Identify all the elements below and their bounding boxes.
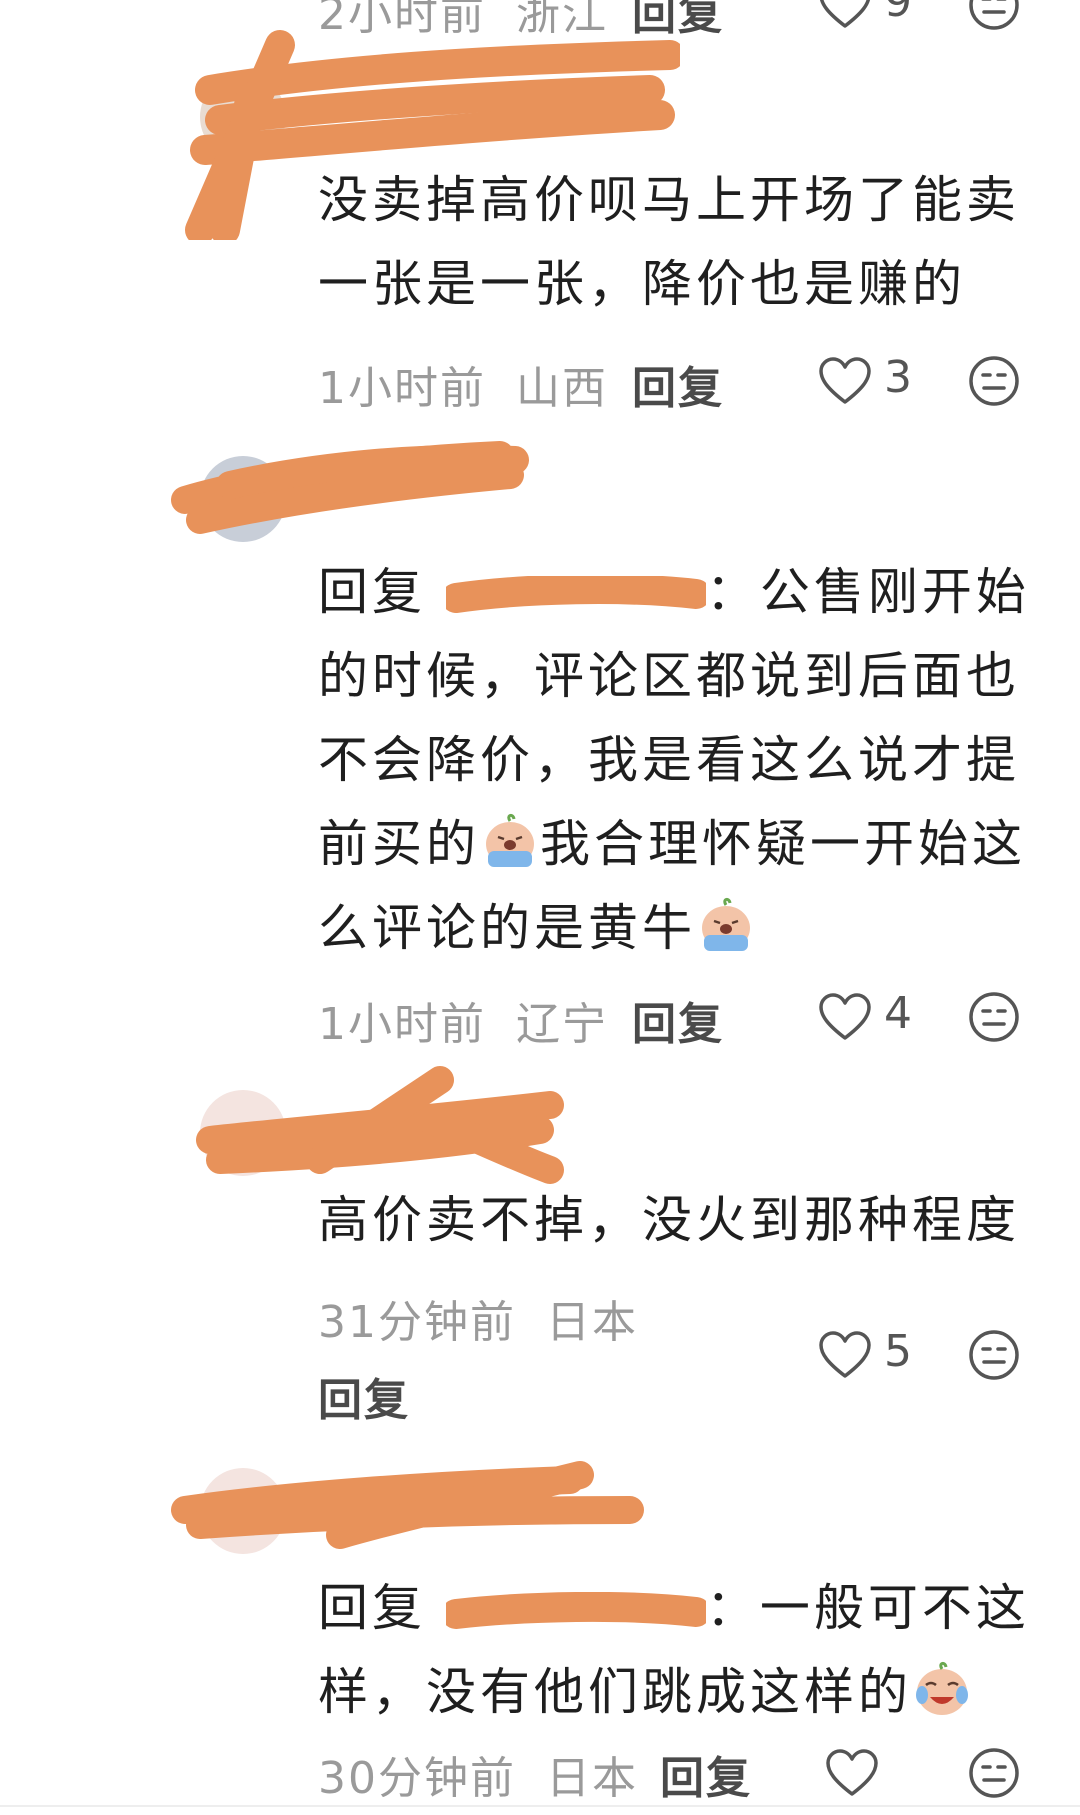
comment-location: 日本 xyxy=(546,1297,638,1348)
comment-location: 山西 xyxy=(516,363,608,414)
like-button[interactable]: 3 xyxy=(818,352,938,412)
dislike-button[interactable] xyxy=(967,1746,1021,1800)
heart-outline-icon xyxy=(825,1748,879,1798)
like-button[interactable]: 5 xyxy=(818,1326,938,1386)
like-button[interactable]: 4 xyxy=(818,988,938,1048)
reply-prefix: 回复 xyxy=(318,1579,426,1637)
comment-time: 31分钟前 xyxy=(318,1297,516,1348)
avatar[interactable] xyxy=(200,456,286,542)
avatar[interactable] xyxy=(200,1468,286,1554)
comment-text: 高价卖不掉，没火到那种程度 xyxy=(318,1191,1020,1249)
reply-button[interactable]: 回复 xyxy=(632,988,724,1052)
dislike-button[interactable] xyxy=(967,1328,1021,1382)
crying-face-emoji xyxy=(480,811,540,871)
comment-time: 30分钟前 xyxy=(318,1753,516,1804)
neutral-face-icon xyxy=(967,1746,1021,1800)
like-count: 5 xyxy=(884,1326,912,1377)
heart-outline-icon xyxy=(818,992,872,1042)
redacted-mention[interactable] xyxy=(445,575,706,616)
comment-meta: 1小时前 山西 xyxy=(318,352,608,416)
comment-location: 浙江 xyxy=(516,0,608,40)
comment-meta: 30分钟前 日本 xyxy=(318,1742,638,1806)
dislike-button[interactable] xyxy=(967,990,1021,1044)
comment-text: 回复 ：一般可不这样，没有他们跳成这样的 xyxy=(318,1566,1038,1734)
avatar[interactable] xyxy=(200,1090,286,1176)
comment-time: 1小时前 xyxy=(318,999,486,1050)
heart-outline-icon xyxy=(818,0,872,30)
laughing-crying-emoji xyxy=(912,1659,972,1719)
like-count: 4 xyxy=(884,988,912,1039)
divider xyxy=(0,1805,1080,1807)
comment-time: 1小时前 xyxy=(318,363,486,414)
reply-button[interactable]: 回复 xyxy=(632,352,724,416)
heart-outline-icon xyxy=(818,356,872,406)
like-count: 3 xyxy=(884,352,912,403)
comment-meta: 2小时前 浙江 xyxy=(318,0,608,42)
avatar[interactable] xyxy=(200,74,286,160)
dislike-button[interactable] xyxy=(967,354,1021,408)
comment-text: 回复 ：公售刚开始的时候，评论区都说到后面也不会降价，我是看这么说才提前买的 我合… xyxy=(318,550,1038,970)
reply-button[interactable]: 回复 xyxy=(318,1364,410,1428)
comment-text: 没卖掉高价呗马上开场了能卖一张是一张，降价也是赚的 xyxy=(318,171,1020,313)
comment-location: 辽宁 xyxy=(516,999,608,1050)
reply-button[interactable]: 回复 xyxy=(632,0,724,42)
comment-time: 2小时前 xyxy=(318,0,486,40)
like-button[interactable]: 9 xyxy=(818,0,938,36)
redacted-mention[interactable] xyxy=(445,1591,706,1632)
comment-meta: 1小时前 辽宁 xyxy=(318,988,608,1052)
comment-meta: 31分钟前 日本 xyxy=(318,1286,638,1350)
reply-prefix: 回复 xyxy=(318,563,426,621)
comment-location: 日本 xyxy=(546,1753,638,1804)
reply-button[interactable]: 回复 xyxy=(660,1742,752,1806)
neutral-face-icon xyxy=(967,990,1021,1044)
like-button[interactable] xyxy=(825,1744,945,1804)
dislike-button[interactable] xyxy=(967,0,1021,32)
neutral-face-icon xyxy=(967,354,1021,408)
neutral-face-icon xyxy=(967,1328,1021,1382)
heart-outline-icon xyxy=(818,1330,872,1380)
like-count: 9 xyxy=(884,0,912,27)
neutral-face-icon xyxy=(967,0,1021,32)
crying-face-emoji xyxy=(696,895,756,955)
